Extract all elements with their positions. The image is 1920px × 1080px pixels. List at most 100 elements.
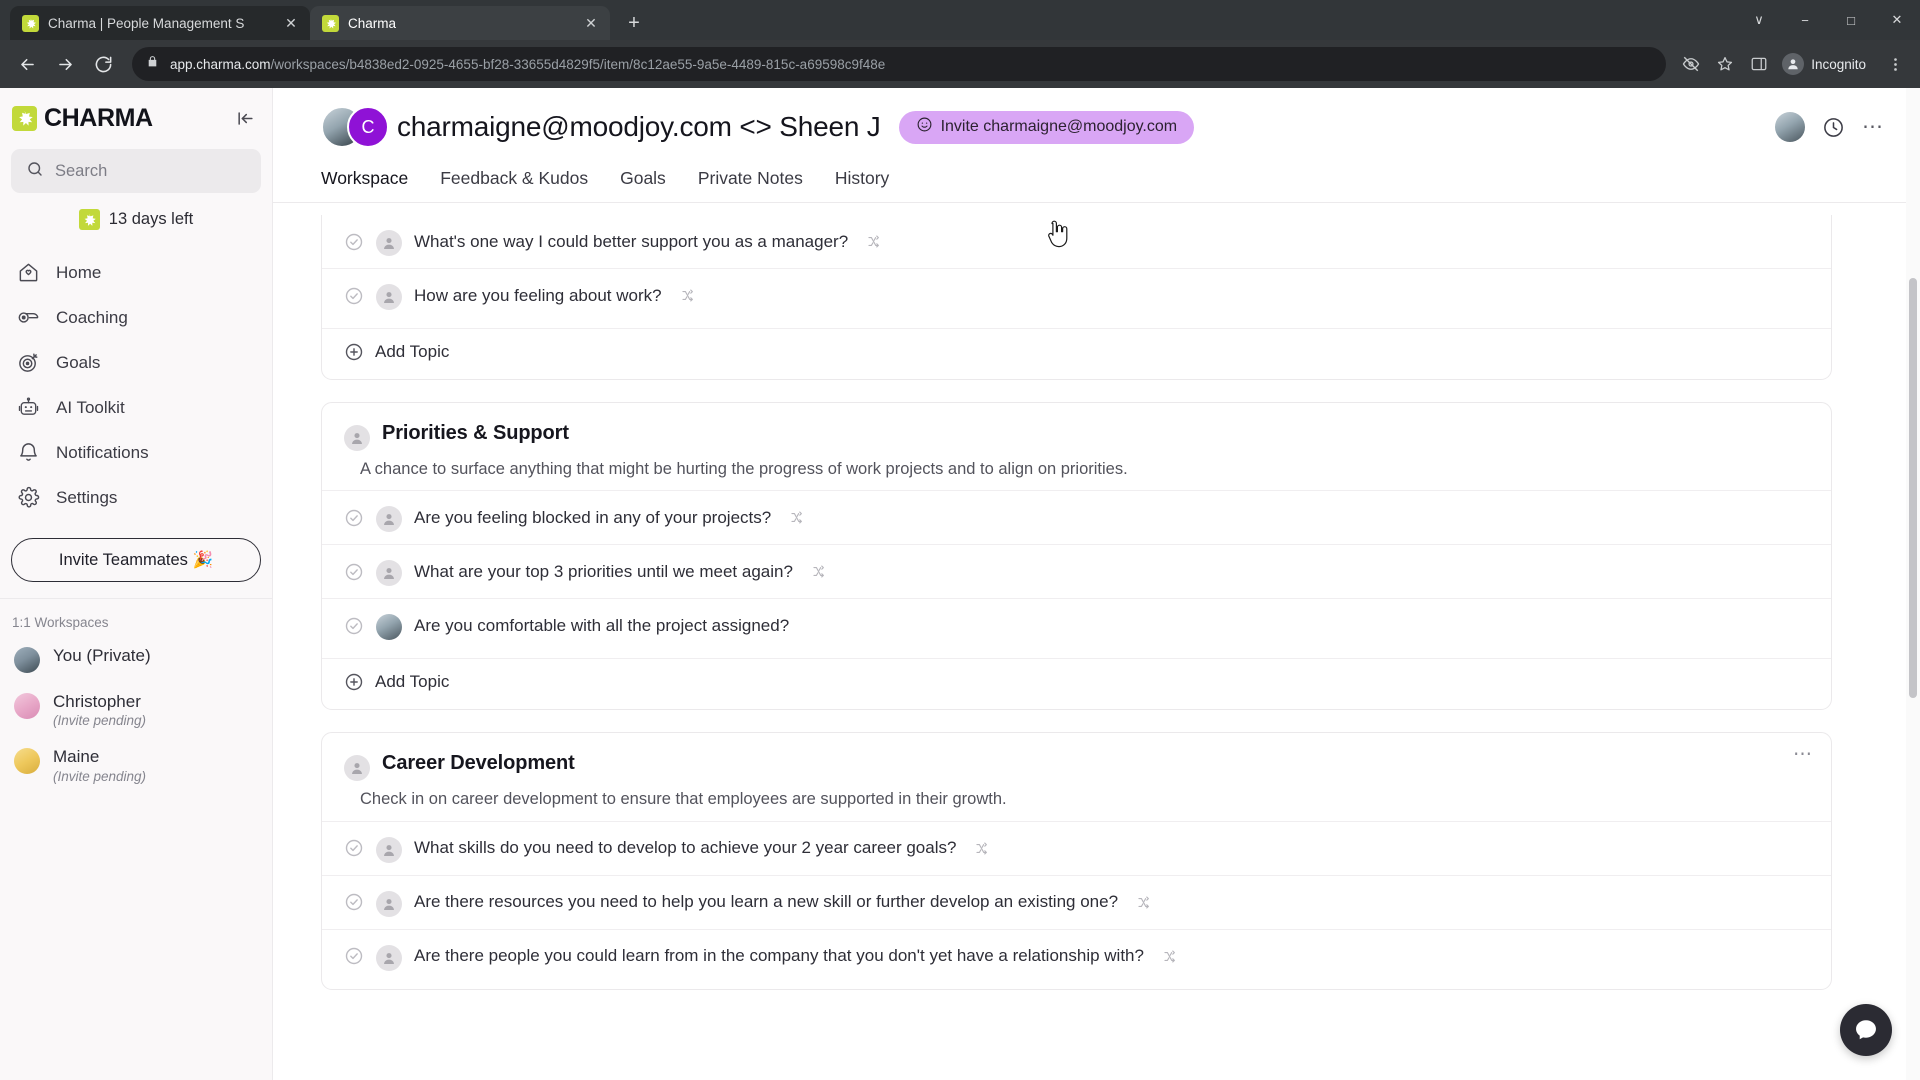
- charma-logo[interactable]: CHARMA: [12, 104, 153, 133]
- trial-status[interactable]: 13 days left: [0, 193, 272, 244]
- third-party-cookie-icon[interactable]: [1676, 49, 1706, 79]
- workspace-item-christopher[interactable]: Christopher (Invite pending): [0, 682, 272, 737]
- browser-tab-1-close-icon[interactable]: ✕: [282, 14, 300, 32]
- messenger-launcher-button[interactable]: [1840, 1004, 1892, 1056]
- new-tab-button[interactable]: +: [618, 7, 650, 39]
- address-bar[interactable]: app.charma.com/workspaces/b4838ed2-0925-…: [132, 47, 1667, 81]
- tab-private-notes[interactable]: Private Notes: [698, 168, 803, 202]
- add-topic-button[interactable]: Add Topic: [322, 328, 1831, 379]
- page-scrollbar[interactable]: [1906, 88, 1920, 1080]
- topic-text: Are there people you could learn from in…: [414, 946, 1144, 966]
- browser-tab-2[interactable]: Charma ✕: [310, 6, 610, 40]
- topic-card: What's one way I could better support yo…: [321, 215, 1832, 380]
- side-panel-icon[interactable]: [1744, 49, 1774, 79]
- avatar-glyph: [376, 560, 402, 586]
- check-circle-icon[interactable]: [344, 616, 364, 636]
- topic-row[interactable]: Are you feeling blocked in any of your p…: [322, 490, 1831, 544]
- topic-row[interactable]: Are there people you could learn from in…: [322, 928, 1831, 983]
- invite-user-button[interactable]: Invite charmaigne@moodjoy.com: [898, 110, 1195, 144]
- address-bar-url: app.charma.com/workspaces/b4838ed2-0925-…: [170, 57, 1652, 72]
- shuffle-icon[interactable]: [678, 287, 695, 304]
- sidebar-item-coaching[interactable]: Coaching: [0, 295, 272, 340]
- workspace-item-maine[interactable]: Maine (Invite pending): [0, 737, 272, 792]
- sidebar-item-notifications[interactable]: Notifications: [0, 430, 272, 475]
- tab-history[interactable]: History: [835, 168, 889, 202]
- browser-toolbar: app.charma.com/workspaces/b4838ed2-0925-…: [0, 40, 1920, 88]
- sidebar-collapse-icon[interactable]: [232, 106, 258, 132]
- shuffle-icon[interactable]: [1134, 894, 1151, 911]
- address-bar-domain: app.charma.com: [170, 56, 271, 72]
- charma-logo-icon: [78, 209, 100, 230]
- clock-icon[interactable]: [1822, 116, 1845, 139]
- more-horizontal-icon[interactable]: ⋯: [1862, 116, 1884, 137]
- shuffle-icon[interactable]: [809, 563, 826, 580]
- sidebar-item-ai-toolkit-label: AI Toolkit: [56, 397, 125, 417]
- lock-icon: [146, 55, 159, 73]
- topic-text: Are there resources you need to help you…: [414, 892, 1119, 912]
- topic-row[interactable]: What's one way I could better support yo…: [322, 215, 1831, 268]
- window-maximize-button[interactable]: □: [1828, 0, 1874, 40]
- check-circle-icon[interactable]: [344, 286, 364, 306]
- sidebar-item-home[interactable]: Home: [0, 250, 272, 295]
- check-circle-icon[interactable]: [344, 232, 364, 252]
- workspace-tabs: Workspace Feedback & Kudos Goals Private…: [273, 148, 1920, 203]
- invite-teammates-button[interactable]: Invite Teammates 🎉: [11, 538, 261, 582]
- browser-tab-1[interactable]: Charma | People Management S ✕: [10, 6, 310, 40]
- check-circle-icon[interactable]: [344, 946, 364, 966]
- page-scrollbar-thumb[interactable]: [1909, 278, 1917, 698]
- shuffle-icon[interactable]: [787, 509, 804, 526]
- browser-tab-2-close-icon[interactable]: ✕: [582, 14, 600, 32]
- bookmark-star-icon[interactable]: [1710, 49, 1740, 79]
- avatar: [376, 506, 402, 533]
- shuffle-icon[interactable]: [864, 233, 881, 250]
- more-horizontal-icon[interactable]: ⋯: [1793, 745, 1813, 764]
- search-input[interactable]: Search: [11, 149, 261, 193]
- shuffle-icon[interactable]: [1160, 948, 1177, 965]
- workspace-item-you[interactable]: You (Private): [0, 636, 272, 682]
- sidebar-item-notifications-label: Notifications: [56, 442, 149, 462]
- topic-text: What are your top 3 priorities until we …: [414, 561, 793, 581]
- topic-card-title: Priorities & Support: [382, 422, 569, 444]
- workspace-item-maine-label: Maine: [53, 747, 100, 767]
- reload-button[interactable]: [86, 47, 120, 81]
- workspace-header-actions: ⋯: [1775, 112, 1884, 142]
- charma-favicon-icon: [322, 14, 339, 32]
- sidebar-item-coaching-label: Coaching: [56, 307, 128, 327]
- avatar[interactable]: [1775, 112, 1805, 142]
- chrome-tab-search-icon[interactable]: ∨: [1736, 0, 1782, 40]
- avatar: [376, 836, 402, 863]
- check-circle-icon[interactable]: [344, 838, 364, 858]
- window-minimize-button[interactable]: −: [1782, 0, 1828, 40]
- incognito-profile-button[interactable]: Incognito: [1778, 48, 1876, 80]
- tab-goals[interactable]: Goals: [620, 168, 666, 202]
- shuffle-icon[interactable]: [972, 840, 989, 857]
- topic-text: Are you comfortable with all the project…: [414, 615, 790, 635]
- charma-favicon-icon: [22, 14, 39, 32]
- topic-row[interactable]: Are you comfortable with all the project…: [322, 598, 1831, 652]
- sidebar-item-settings[interactable]: Settings: [0, 475, 272, 520]
- topics-scroll-area[interactable]: What's one way I could better support yo…: [273, 203, 1920, 1080]
- tab-feedback-kudos[interactable]: Feedback & Kudos: [440, 168, 588, 202]
- workspace-header: C charmaigne@moodjoy.com <> Sheen J Invi…: [273, 88, 1920, 203]
- window-close-button[interactable]: ✕: [1874, 0, 1920, 40]
- check-circle-icon[interactable]: [344, 892, 364, 912]
- forward-button[interactable]: [48, 47, 82, 81]
- sidebar-item-ai-toolkit[interactable]: AI Toolkit: [0, 385, 272, 430]
- charma-brand-text: CHARMA: [44, 104, 153, 132]
- topic-row[interactable]: How are you feeling about work?: [322, 268, 1831, 322]
- tab-workspace[interactable]: Workspace: [321, 168, 408, 202]
- topic-row[interactable]: Are there resources you need to help you…: [322, 874, 1831, 929]
- check-circle-icon[interactable]: [344, 508, 364, 528]
- chrome-menu-icon[interactable]: [1880, 49, 1910, 79]
- avatar: [376, 944, 402, 971]
- browser-tab-strip: Charma | People Management S ✕ Charma ✕ …: [0, 0, 1920, 40]
- back-button[interactable]: [10, 47, 44, 81]
- topic-row[interactable]: What are your top 3 priorities until we …: [322, 544, 1831, 598]
- check-circle-icon[interactable]: [344, 562, 364, 582]
- invite-user-label: Invite charmaigne@moodjoy.com: [940, 118, 1178, 135]
- address-bar-path: /workspaces/b4838ed2-0925-4655-bf28-3365…: [270, 56, 886, 72]
- add-topic-button[interactable]: Add Topic: [322, 658, 1831, 709]
- topic-row[interactable]: What skills do you need to develop to ac…: [322, 820, 1831, 875]
- sidebar-item-goals[interactable]: Goals: [0, 340, 272, 385]
- avatar: [344, 425, 370, 451]
